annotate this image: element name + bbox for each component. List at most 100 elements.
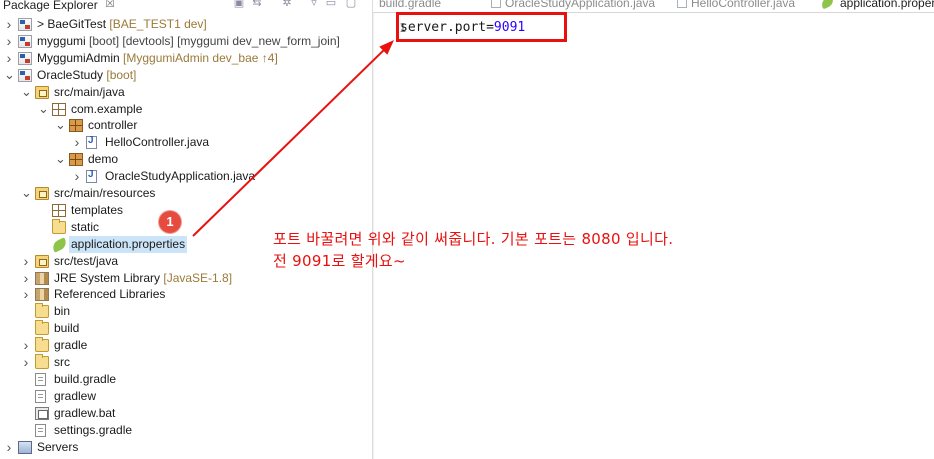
tree-item[interactable]: ⌄ src/main/java [0,84,372,101]
chevron-right-icon[interactable]: › [21,338,31,352]
package-icon [69,119,83,133]
chevron-right-icon[interactable]: › [72,169,82,183]
tree-item-label: src [54,355,70,369]
tree-item-label-wrap: src/main/resources [52,185,157,202]
chevron-right-icon[interactable]: › [72,135,82,149]
tree-item[interactable]: gradlew [0,388,372,405]
view-title[interactable]: Package Explorer [3,0,98,12]
tree-item[interactable]: › src [0,354,372,371]
tree-item-label: HelloController.java [105,135,210,150]
tree-item-label: src/main/java [54,84,125,99]
tree-item[interactable]: ⌄ controller [0,117,372,134]
tree-item-label-wrap: HelloController.java [103,134,211,151]
tree-item-label-wrap: templates [69,202,125,219]
tree-item[interactable]: gradlew.bat [0,405,372,422]
tree-item[interactable]: › > BaeGitTest [BAE_TEST1 dev] [0,16,372,33]
properties-file-icon [50,236,69,253]
tree-item-label: Servers [37,439,79,454]
tree-item-label-wrap: Servers [35,439,80,456]
tree-item[interactable]: › Referenced Libraries [0,286,372,303]
project-icon [18,51,32,65]
tree-item-label: build.gradle [54,371,117,386]
java-file-icon [677,0,687,8]
chevron-right-icon[interactable]: › [4,34,14,48]
java-file-icon [491,0,501,8]
tree-item[interactable]: › Servers [0,439,372,456]
tree-item[interactable]: ⌄ com.example [0,101,372,118]
tree-item-label-wrap: settings.gradle [52,422,134,439]
tab-oraclestudyapplication[interactable]: OracleStudyApplication.java [491,0,655,12]
tree-item[interactable]: › MyggumiAdmin [MyggumiAdmin dev_bae ↑4] [0,50,372,67]
folder-icon [35,354,49,369]
tree-item[interactable]: build.gradle [0,371,372,388]
filter-icon[interactable]: ✲ [280,0,294,9]
package-icon [52,102,66,116]
chevron-down-icon[interactable]: ⌄ [21,84,32,99]
tree-item[interactable]: build [0,320,372,337]
chevron-right-icon[interactable]: › [21,271,31,285]
tree-item-label-wrap: JRE System Library [JavaSE-1.8] [52,270,234,287]
chevron-down-icon[interactable]: ⌄ [21,186,32,200]
tree-item-decoration: [JavaSE-1.8] [160,270,233,285]
tree-item-label: templates [71,202,124,217]
chevron-right-icon[interactable]: › [21,287,31,301]
collapse-all-icon[interactable]: ▣ [232,0,246,9]
tree-item[interactable]: › HelloController.java [0,134,372,151]
tab-hellocontroller[interactable]: HelloController.java [677,0,795,12]
tab-label: application.propert [840,0,934,10]
tree-item[interactable]: › OracleStudyApplication.java [0,168,372,185]
minimize-icon[interactable]: ▭ [324,0,338,9]
explorer-header: Package Explorer ☒ ▣ ⇆ ✲ ▿ ▭ ▢ [0,0,372,14]
chevron-right-icon[interactable]: › [4,440,14,454]
tab-build-gradle[interactable]: build.gradle [379,0,441,12]
tree-item-label: JRE System Library [54,270,161,285]
tree-item[interactable]: ⌄ demo [0,151,372,168]
tree-item[interactable]: › myggumi [boot] [devtools] [myggumi dev_… [0,33,372,50]
tree-item-label: bin [54,304,71,319]
annotation-text-line-2: 전 9091로 할게요~ [273,252,406,270]
tree-item-label: OracleStudyApplication.java [105,169,256,184]
library-icon [35,271,49,285]
chevron-right-icon[interactable]: › [21,355,31,369]
chevron-down-icon[interactable]: ⌄ [4,67,15,82]
chevron-right-icon[interactable]: › [21,254,31,268]
tree-item[interactable]: › JRE System Library [JavaSE-1.8] [0,270,372,287]
tree-item-label-wrap: gradlew.bat [52,405,117,422]
tab-label: HelloController.java [691,0,796,10]
tree-item-label: gradlew [54,388,97,403]
folder-icon [35,320,49,336]
file-icon [35,372,46,386]
chevron-down-icon[interactable]: ⌄ [55,152,66,166]
tree-item[interactable]: › gradle [0,337,372,354]
source-folder-icon [35,187,49,200]
close-icon[interactable]: ☒ [105,0,115,10]
chevron-down-icon[interactable]: ⌄ [55,118,66,132]
tree-item-label: BaeGitTest [47,17,107,31]
tab-application-properties[interactable]: application.propert [819,0,934,12]
project-icon [18,34,32,48]
tree-item[interactable]: ⌄ OracleStudy [boot] [0,67,372,84]
file-icon [35,423,46,437]
tree-item[interactable]: ⌄ src/main/resources [0,185,372,202]
chevron-down-icon[interactable]: ⌄ [38,101,49,116]
chevron-right-icon[interactable]: › [4,17,14,31]
folder-icon [35,337,49,353]
library-icon [35,288,49,302]
chevron-right-icon[interactable]: › [4,51,14,65]
tree-item[interactable]: templates [0,202,372,219]
tree-item-label: settings.gradle [54,422,133,437]
editor-tabbar: build.gradle OracleStudyApplication.java… [373,0,934,12]
tree-item-label-wrap: OracleStudyApplication.java [103,168,257,185]
link-with-editor-icon[interactable]: ⇆ [250,0,264,9]
tree-item[interactable]: bin [0,303,372,320]
tree-item-label: Referenced Libraries [54,287,166,302]
tree-item-label-wrap: build [52,320,81,337]
highlight-box [396,12,567,42]
git-change-prefix: > [37,17,48,31]
tree-item-label-wrap: gradlew [52,388,98,405]
folder-icon [52,218,66,234]
maximize-icon[interactable]: ▢ [344,0,358,9]
tree-item[interactable]: settings.gradle [0,422,372,439]
tree-item-label-wrap: src/test/java [52,253,120,270]
view-menu-icon[interactable]: ▿ [307,0,321,9]
